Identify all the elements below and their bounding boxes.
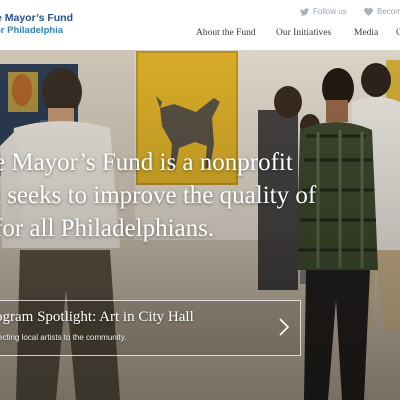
program-spotlight-card[interactable]: ogram Spotlight: Art in City Hall ecting… (0, 300, 301, 356)
headline-line-1: e Mayor’s Fund is a nonprofit (0, 149, 293, 176)
site-header: e Mayor’s Fund or Philadelphia Follow us… (0, 0, 400, 50)
spotlight-subtitle: ecting local artists to the community. (0, 333, 127, 342)
main-nav: About the Fund Our Initiatives Media O (0, 28, 400, 42)
spotlight-title: ogram Spotlight: Art in City Hall (0, 309, 194, 325)
follow-us-link[interactable]: Follow us (300, 7, 347, 16)
twitter-icon (300, 7, 309, 16)
nav-media[interactable]: Media (354, 28, 378, 38)
hero-headline: e Mayor’s Fund is a nonprofit t seeks to… (0, 146, 394, 245)
heart-icon (364, 7, 373, 16)
become-label: Becom (377, 7, 400, 16)
nav-about-the-fund[interactable]: About the Fund (196, 28, 256, 38)
nav-item-clipped[interactable]: O (396, 28, 400, 38)
headline-line-3: for all Philadelphians. (0, 215, 215, 242)
logo-line-1: e Mayor’s Fund (0, 12, 74, 24)
hero-banner: e Mayor’s Fund is a nonprofit t seeks to… (0, 50, 400, 400)
nav-our-initiatives[interactable]: Our Initiatives (276, 28, 331, 38)
follow-us-label: Follow us (313, 7, 347, 16)
headline-line-2: t seeks to improve the quality of (0, 182, 317, 209)
chevron-right-icon (279, 318, 290, 336)
become-link[interactable]: Becom (364, 7, 400, 16)
